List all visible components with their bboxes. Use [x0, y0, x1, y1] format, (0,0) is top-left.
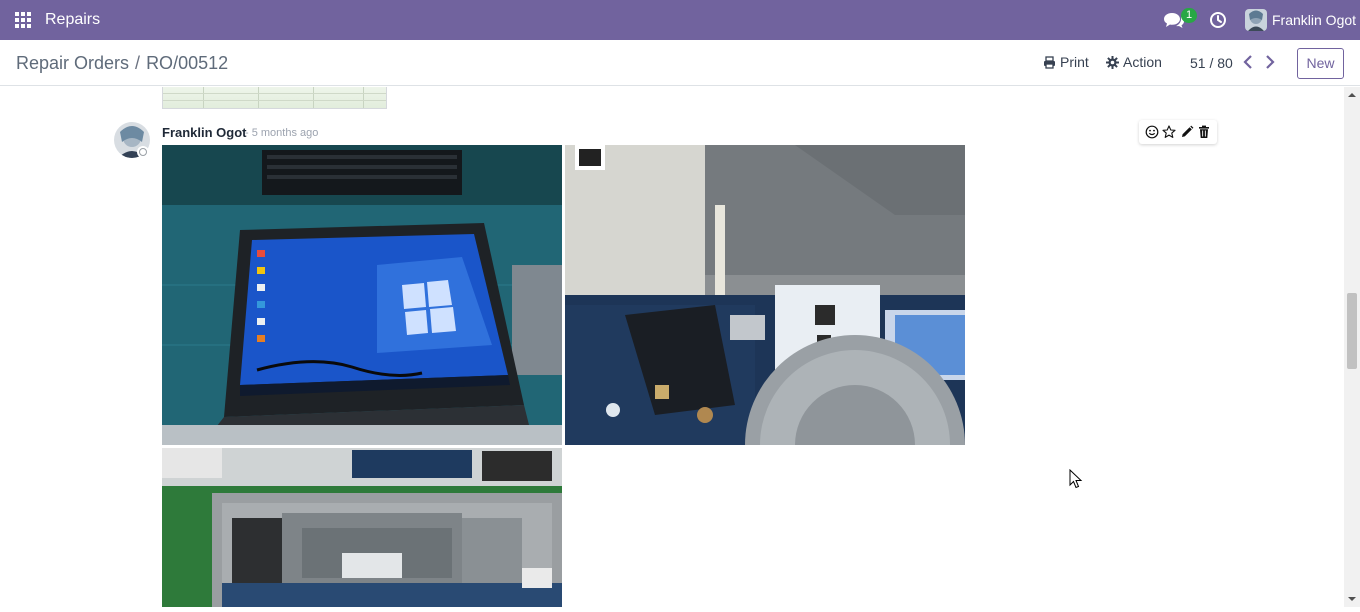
messages-count-badge: 1: [1181, 8, 1197, 23]
print-button[interactable]: Print: [1043, 54, 1089, 70]
vertical-scrollbar[interactable]: [1344, 87, 1360, 607]
message-actions: [1139, 120, 1217, 144]
chatter-thread: Franklin Ogot - 5 months ago: [0, 87, 1344, 607]
breadcrumb-repair-orders[interactable]: Repair Orders: [16, 53, 129, 74]
printer-icon: [1044, 55, 1055, 69]
laptop-bottom-case-image[interactable]: [162, 448, 562, 607]
smiley-icon[interactable]: [1145, 125, 1159, 139]
scroll-down-arrow-icon[interactable]: [1344, 591, 1360, 607]
message-author[interactable]: Franklin Ogot: [162, 125, 247, 140]
user-menu[interactable]: Franklin Ogot: [1245, 8, 1356, 32]
action-label: Action: [1123, 54, 1162, 70]
pager-next-icon[interactable]: [1263, 54, 1277, 70]
clock-icon[interactable]: [1209, 11, 1227, 29]
breadcrumb-current-record: RO/00512: [146, 53, 229, 73]
top-navbar: Repairs 1 Franklin Ogot: [0, 0, 1360, 40]
breadcrumb-separator: /: [135, 53, 141, 73]
message-date: - 5 months ago: [245, 127, 319, 139]
motherboard-fan-closeup-image[interactable]: [565, 145, 965, 445]
presence-status-icon: [137, 146, 149, 158]
pager-previous-icon[interactable]: [1241, 54, 1255, 70]
app-name[interactable]: Repairs: [45, 11, 100, 29]
print-label: Print: [1060, 54, 1089, 70]
breadcrumb: Repair Orders / RO/00512: [16, 53, 228, 74]
gear-icon: [1106, 55, 1119, 69]
scroll-up-arrow-icon[interactable]: [1344, 87, 1360, 103]
pencil-icon[interactable]: [1180, 125, 1194, 139]
mouse-pointer-icon: [1069, 468, 1083, 489]
laptop-windows-screen-image[interactable]: [162, 145, 562, 445]
star-icon[interactable]: [1162, 125, 1176, 139]
grid-icon[interactable]: [14, 11, 32, 29]
scrollbar-thumb[interactable]: [1347, 293, 1357, 369]
control-panel: Repair Orders / RO/00512 Print Action 51…: [0, 40, 1360, 86]
avatar: [1245, 9, 1267, 31]
previous-attachment-image[interactable]: [162, 87, 387, 109]
pager-value[interactable]: 51 / 80: [1190, 55, 1233, 71]
user-name: Franklin Ogot: [1272, 12, 1357, 28]
new-button[interactable]: New: [1297, 48, 1344, 79]
trash-icon[interactable]: [1197, 125, 1211, 139]
action-button[interactable]: Action: [1106, 54, 1162, 70]
